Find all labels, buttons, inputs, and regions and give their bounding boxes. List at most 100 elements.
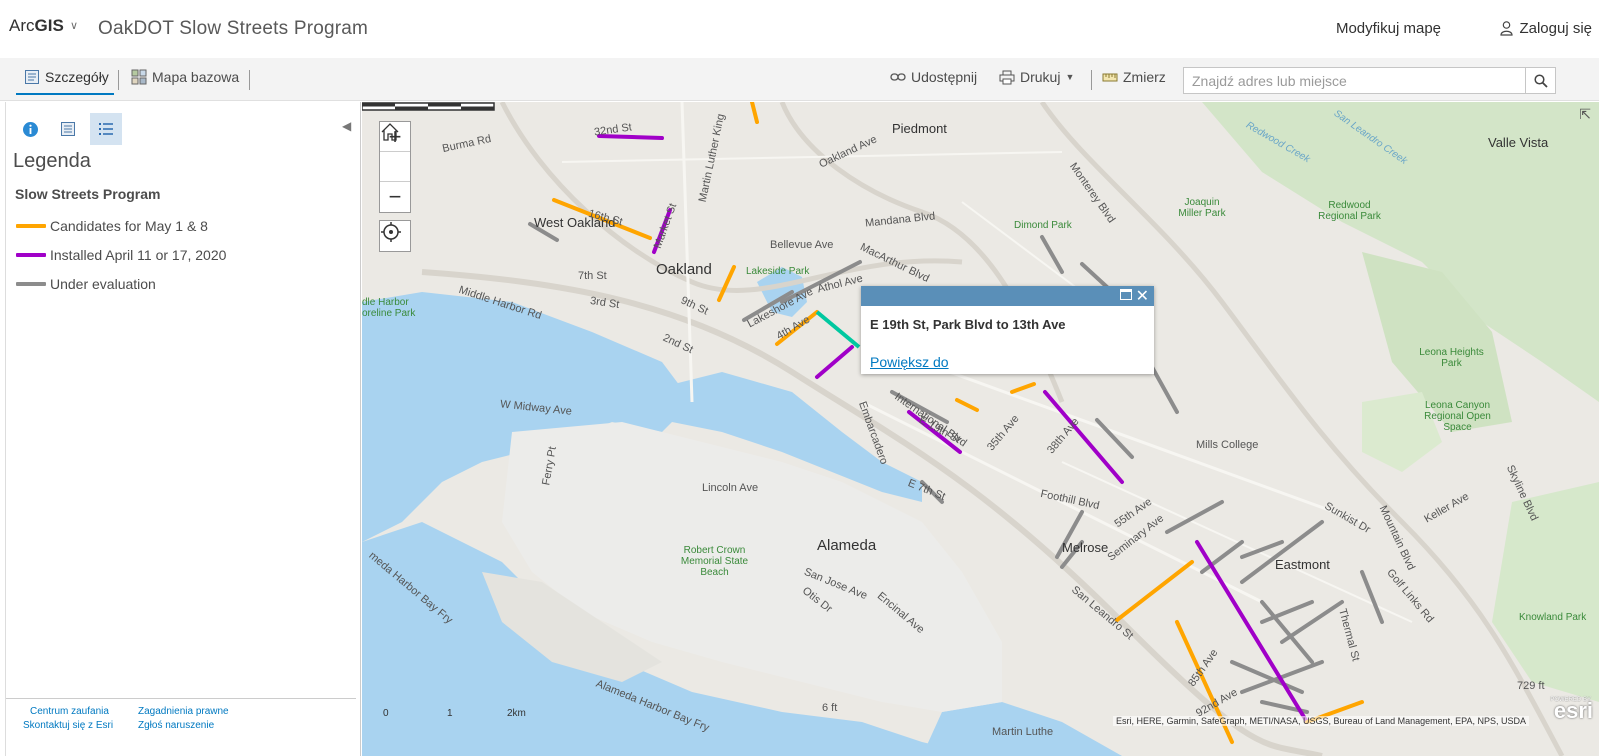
search-input[interactable] [1184, 68, 1524, 93]
popup-header: ✕ [861, 286, 1154, 306]
sign-in-label: Zaloguj się [1519, 20, 1592, 37]
legend-swatch [16, 253, 46, 257]
road [1061, 461, 1413, 623]
legend-tab[interactable] [90, 113, 122, 145]
details-icon [25, 70, 39, 84]
tab-details[interactable]: Szczegóły [24, 69, 109, 85]
search-icon [1533, 73, 1548, 88]
share-label: Udostępnij [911, 69, 978, 85]
park-hills [1492, 482, 1599, 702]
chevron-down-icon[interactable]: ∨ [70, 19, 78, 32]
user-icon [1500, 21, 1514, 36]
about-tab[interactable] [14, 113, 46, 145]
map-label-valle-vista: Valle Vista [1488, 135, 1549, 150]
map-label-robert-crown: Robert Crown Memorial State Beach [680, 545, 749, 578]
page-title: OakDOT Slow Streets Program [98, 18, 369, 39]
arcgis-logo[interactable]: ArcGIS [9, 16, 64, 36]
print-button[interactable]: Drukuj ▼ [999, 69, 1074, 85]
legend-label: Installed April 11 or 17, 2020 [50, 247, 227, 263]
legend-swatch [16, 224, 46, 228]
modify-map-link[interactable]: Modyfikuj mapę [1336, 20, 1441, 37]
active-tab-indicator [16, 93, 114, 95]
map-label-eastmont: Eastmont [1275, 557, 1330, 572]
divider [5, 102, 6, 756]
details-panel: ◀ Legenda Slow Streets Program Candidate… [0, 102, 361, 756]
map-label-7th-st: 7th St [578, 270, 607, 282]
map-label-leona-heights: Leona Heights Park [1419, 347, 1484, 369]
legend-label: Candidates for May 1 & 8 [50, 218, 208, 234]
close-icon[interactable]: ✕ [1136, 286, 1149, 306]
tab-details-label: Szczegóły [45, 69, 109, 85]
ruler-icon [1102, 73, 1118, 82]
home-button[interactable] [380, 123, 410, 182]
map-label-mills-college: Mills College [1196, 439, 1259, 451]
scale-bar [362, 102, 495, 111]
legend-item: Installed April 11 or 17, 2020 [16, 247, 226, 263]
content-tab[interactable] [52, 113, 84, 145]
zoom-to-link[interactable]: Powiększ do [870, 354, 949, 370]
map-label-knowland-park: Knowland Park [1519, 612, 1587, 623]
print-label: Drukuj [1020, 69, 1061, 85]
fullscreen-icon[interactable]: ⇱ [1579, 106, 1591, 123]
legend-list-icon [99, 123, 113, 135]
top-header: ArcGIS ∨ OakDOT Slow Streets Program Mod… [0, 0, 1599, 58]
home-icon [381, 123, 399, 141]
map-label-mlk-bottom: Martin Luthe [992, 726, 1054, 738]
legend-label: Under evaluation [50, 276, 156, 292]
search-box [1183, 67, 1556, 94]
divider [249, 70, 250, 90]
map-label-melrose: Melrose [1062, 540, 1109, 555]
scale-label: 2km [507, 708, 526, 719]
divider [1091, 70, 1092, 90]
contact-esri-link[interactable]: Skontaktuj się z Esri [23, 720, 113, 731]
basemap-icon [131, 69, 147, 85]
measure-label: Zmierz [1123, 69, 1166, 85]
legal-link[interactable]: Zagadnienia prawne [138, 706, 229, 717]
map-label-piedmont: Piedmont [892, 121, 947, 136]
map-label-lakeside-park: Lakeside Park [746, 266, 810, 277]
tab-basemap-label: Mapa bazowa [152, 69, 240, 85]
locate-icon [381, 222, 401, 242]
divider [6, 698, 356, 699]
scale-label: 0 [383, 708, 389, 719]
map-view[interactable]: Oakland Alameda Piedmont West Oakland Va… [362, 102, 1599, 756]
map-label-joaquin-miller: Joaquin Miller Park [1178, 197, 1226, 219]
share-button[interactable]: Udostępnij [890, 69, 977, 85]
legend-item: Under evaluation [16, 276, 156, 292]
legend-swatch [16, 282, 46, 286]
sign-in-link[interactable]: Zaloguj się [1500, 20, 1592, 37]
popup-title: E 19th St, Park Blvd to 13th Ave [870, 317, 1066, 332]
map-label-elevation: 6 ft [822, 702, 838, 714]
tab-basemap[interactable]: Mapa bazowa [131, 69, 239, 85]
basemap-graphics [362, 102, 1599, 756]
map-label-leona-canyon: Leona Canyon Regional Open Space [1424, 400, 1491, 433]
map-attribution: Esri, HERE, Garmin, SafeGraph, METI/NASA… [1113, 716, 1529, 726]
maximize-icon[interactable] [1120, 289, 1132, 300]
search-button[interactable] [1525, 68, 1555, 93]
measure-button[interactable]: Zmierz [1102, 69, 1166, 85]
locate-button[interactable] [379, 220, 411, 252]
minus-icon: − [388, 184, 402, 209]
map-label-bellevue: Bellevue Ave [770, 239, 834, 251]
legend-item: Candidates for May 1 & 8 [16, 218, 208, 234]
map-label-oakland: Oakland [656, 261, 712, 278]
collapse-panel-icon[interactable]: ◀ [342, 119, 351, 133]
zoom-out-button[interactable]: − [380, 182, 410, 212]
brand-suffix: GIS [34, 16, 64, 35]
brand-prefix: Arc [9, 16, 35, 35]
map-label-lincoln-ave: Lincoln Ave [702, 482, 759, 494]
divider [118, 70, 119, 90]
trust-center-link[interactable]: Centrum zaufania [30, 706, 109, 717]
selected-street [815, 310, 861, 349]
map-label-redwood-park: Redwood Regional Park [1318, 200, 1381, 222]
road [680, 102, 694, 403]
feature-popup: ✕ E 19th St, Park Blvd to 13th Ave Powię… [861, 286, 1154, 374]
map-label-middle-harbor: dle Harbor oreline Park [362, 297, 416, 319]
info-icon [22, 121, 38, 137]
map-label-alameda: Alameda [817, 537, 877, 554]
legend-title: Legenda [13, 150, 91, 172]
layer-title: Slow Streets Program [15, 186, 161, 202]
report-abuse-link[interactable]: Zgłoś naruszenie [138, 720, 214, 731]
zoom-controls: + − [379, 121, 411, 213]
esri-logo[interactable]: esri [1554, 698, 1593, 724]
